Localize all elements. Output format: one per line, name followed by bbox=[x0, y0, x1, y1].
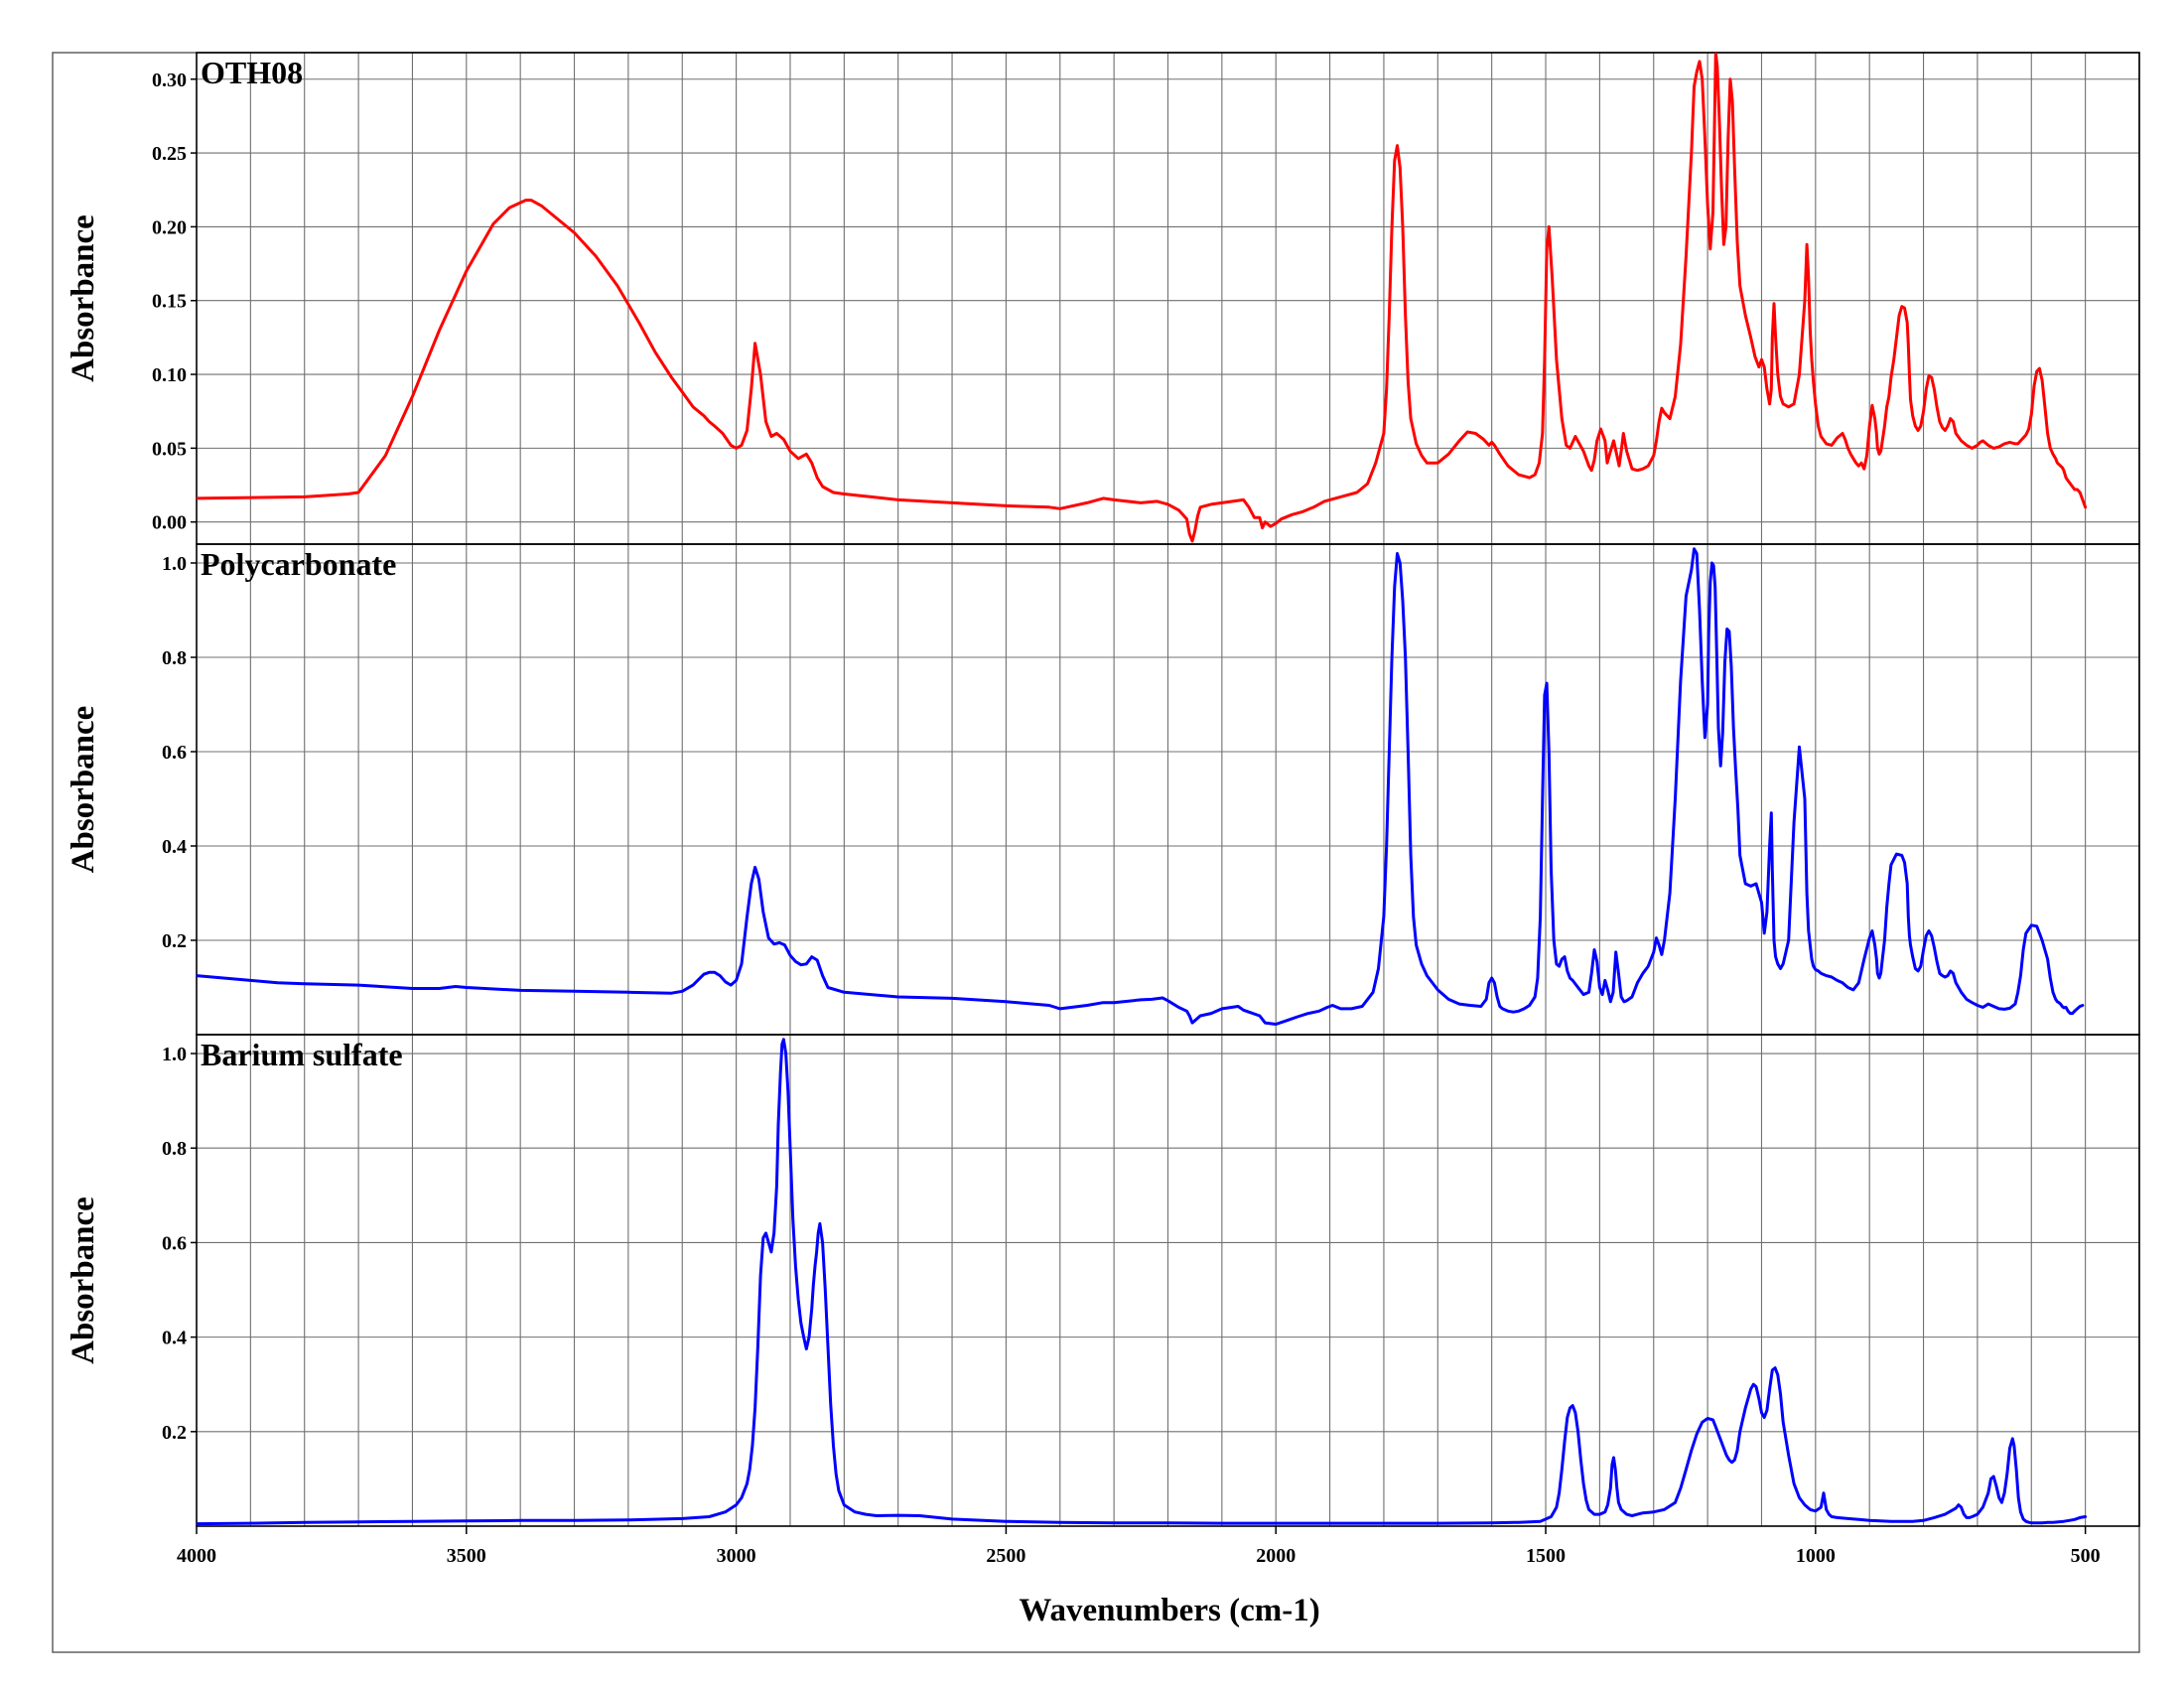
x-tick-label: 4000 bbox=[177, 1545, 216, 1567]
figure-frame bbox=[52, 52, 2140, 1653]
y-tick-label: 0.2 bbox=[162, 1422, 187, 1444]
y-tick-label: 0.05 bbox=[152, 438, 187, 460]
spectrum-line bbox=[197, 1038, 2088, 1526]
x-axis: 4000 3500 3000 2500 2000 1500 1000 500 bbox=[177, 1526, 2101, 1567]
y-tick-label: 0.10 bbox=[152, 364, 187, 386]
x-tick-label: 1000 bbox=[1796, 1545, 1836, 1567]
x-tick-label: 3000 bbox=[717, 1545, 756, 1567]
y-tick-label: 0.15 bbox=[152, 291, 187, 313]
spectrum-line bbox=[197, 53, 2088, 543]
y-tick-label: 0.25 bbox=[152, 143, 187, 165]
y-tick-label: 0.00 bbox=[152, 512, 187, 534]
panel-2: 0.2 0.4 0.6 0.8 1.0 Absorbance Polycarbonate bbox=[66, 543, 2140, 1036]
panel-title: OTH08 bbox=[201, 55, 303, 90]
grid bbox=[249, 53, 2087, 1526]
y-tick-label: 0.8 bbox=[162, 647, 187, 669]
x-tick-label: 2500 bbox=[986, 1545, 1025, 1567]
y-axis-title: Absorbance bbox=[66, 706, 101, 874]
y-tick-label: 0.6 bbox=[162, 742, 187, 764]
panel-title: Polycarbonate bbox=[201, 546, 396, 582]
y-tick-label: 0.2 bbox=[162, 930, 187, 952]
y-tick-label: 0.8 bbox=[162, 1138, 187, 1160]
spectrum-line bbox=[197, 547, 2085, 1026]
y-tick-label: 0.30 bbox=[152, 70, 187, 91]
y-tick-label: 0.4 bbox=[162, 836, 187, 858]
x-tick-label: 2000 bbox=[1256, 1545, 1296, 1567]
y-axis-title: Absorbance bbox=[66, 214, 101, 382]
spectra-figure: 0.00 0.05 0.10 0.15 0.20 0.25 0.30 Absorbance OT… bbox=[52, 52, 2140, 1653]
y-tick-label: 0.4 bbox=[162, 1328, 187, 1349]
y-tick-label: 0.6 bbox=[162, 1232, 187, 1254]
x-tick-label: 500 bbox=[2071, 1545, 2101, 1567]
panels: 0.00 0.05 0.10 0.15 0.20 0.25 0.30 Absorbance OT… bbox=[66, 52, 2140, 1527]
y-axis-title: Absorbance bbox=[66, 1196, 101, 1364]
panel-3: 0.2 0.4 0.6 0.8 1.0 Absorbance Barium sulfate bbox=[66, 1034, 2140, 1527]
y-tick-label: 1.0 bbox=[162, 553, 187, 575]
panel-title: Barium sulfate bbox=[201, 1037, 403, 1072]
y-tick-label: 0.20 bbox=[152, 216, 187, 238]
x-tick-label: 1500 bbox=[1526, 1545, 1566, 1567]
y-tick-label: 1.0 bbox=[162, 1044, 187, 1065]
x-tick-label: 3500 bbox=[447, 1545, 486, 1567]
x-axis-title: Wavenumbers (cm-1) bbox=[1019, 1593, 1319, 1628]
panel-1: 0.00 0.05 0.10 0.15 0.20 0.25 0.30 Absorbance OT… bbox=[66, 52, 2140, 545]
